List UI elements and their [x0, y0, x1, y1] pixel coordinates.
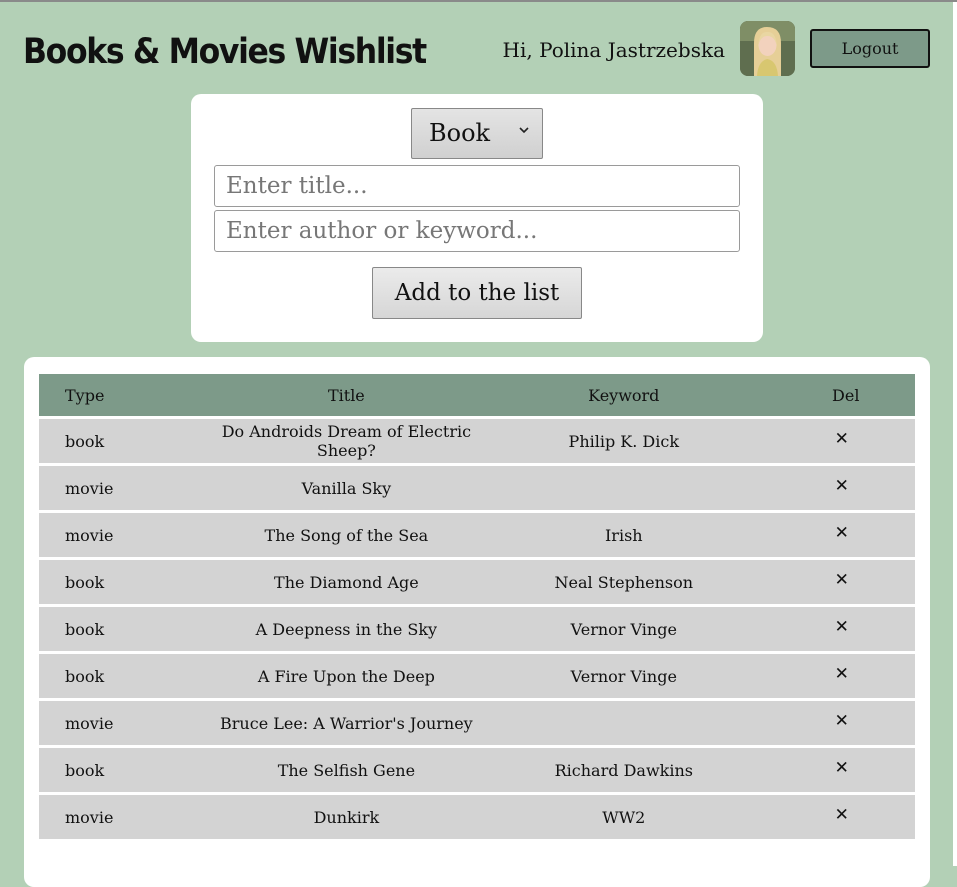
table-row: book The Diamond Age Neal Stephenson ✕	[39, 560, 915, 607]
row-title: Vanilla Sky	[213, 466, 480, 513]
table-row: movie The Song of the Sea Irish ✕	[39, 513, 915, 560]
row-type: movie	[39, 513, 214, 560]
column-header-delete: Del	[768, 374, 915, 419]
row-keyword: Irish	[479, 513, 769, 560]
app-header: Books & Movies Wishlist Hi, Polina Jastr…	[0, 2, 957, 94]
row-keyword	[479, 466, 769, 513]
close-icon[interactable]: ✕	[835, 759, 849, 777]
close-icon[interactable]: ✕	[835, 806, 849, 824]
row-keyword: WW2	[479, 795, 769, 842]
row-keyword: Vernor Vinge	[479, 654, 769, 701]
row-type: book	[39, 748, 214, 795]
row-title: The Diamond Age	[213, 560, 480, 607]
row-keyword: Philip K. Dick	[479, 419, 769, 466]
app-title: Books & Movies Wishlist	[23, 32, 427, 72]
close-icon[interactable]: ✕	[835, 477, 849, 495]
close-icon[interactable]: ✕	[835, 712, 849, 730]
row-type: movie	[39, 795, 214, 842]
row-title: The Song of the Sea	[213, 513, 480, 560]
type-select[interactable]: Book	[411, 108, 543, 159]
table-row: movie Vanilla Sky ✕	[39, 466, 915, 513]
close-icon[interactable]: ✕	[835, 524, 849, 542]
close-icon[interactable]: ✕	[835, 571, 849, 589]
window-edge	[953, 2, 957, 866]
row-type: book	[39, 560, 214, 607]
row-title: Do Androids Dream of Electric Sheep?	[213, 419, 480, 466]
table-row: book The Selfish Gene Richard Dawkins ✕	[39, 748, 915, 795]
user-greeting: Hi, Polina Jastrzebska	[502, 38, 725, 62]
add-to-list-button[interactable]: Add to the list	[372, 267, 582, 319]
row-title: Dunkirk	[213, 795, 480, 842]
column-header-title: Title	[213, 374, 480, 419]
row-type: book	[39, 654, 214, 701]
close-icon[interactable]: ✕	[835, 618, 849, 636]
row-title: The Selfish Gene	[213, 748, 480, 795]
chevron-down-icon	[519, 127, 529, 134]
close-icon[interactable]: ✕	[835, 665, 849, 683]
close-icon[interactable]: ✕	[835, 430, 849, 448]
type-select-value: Book	[429, 119, 491, 147]
row-keyword: Neal Stephenson	[479, 560, 769, 607]
row-type: book	[39, 419, 214, 466]
table-row: movie Bruce Lee: A Warrior's Journey ✕	[39, 701, 915, 748]
row-keyword: Richard Dawkins	[479, 748, 769, 795]
row-type: movie	[39, 701, 214, 748]
row-type: movie	[39, 466, 214, 513]
logout-button[interactable]: Logout	[810, 29, 930, 68]
table-row: book Do Androids Dream of Electric Sheep…	[39, 419, 915, 466]
add-item-form: Book Add to the list	[191, 94, 763, 342]
avatar	[740, 21, 795, 76]
row-title: Bruce Lee: A Warrior's Journey	[213, 701, 480, 748]
title-input[interactable]	[214, 165, 740, 207]
row-title: A Fire Upon the Deep	[213, 654, 480, 701]
row-keyword	[479, 701, 769, 748]
row-keyword: Vernor Vinge	[479, 607, 769, 654]
table-row: book A Fire Upon the Deep Vernor Vinge ✕	[39, 654, 915, 701]
table-header-row: Type Title Keyword Del	[39, 374, 915, 419]
table-row: book A Deepness in the Sky Vernor Vinge …	[39, 607, 915, 654]
row-title: A Deepness in the Sky	[213, 607, 480, 654]
column-header-keyword: Keyword	[479, 374, 769, 419]
keyword-input[interactable]	[214, 210, 740, 252]
avatar-image	[740, 21, 795, 76]
column-header-type: Type	[39, 374, 214, 419]
row-type: book	[39, 607, 214, 654]
table-row: movie Dunkirk WW2 ✕	[39, 795, 915, 842]
wishlist-panel: Type Title Keyword Del book Do Androids …	[24, 357, 930, 887]
wishlist-table: Type Title Keyword Del book Do Androids …	[39, 374, 915, 842]
